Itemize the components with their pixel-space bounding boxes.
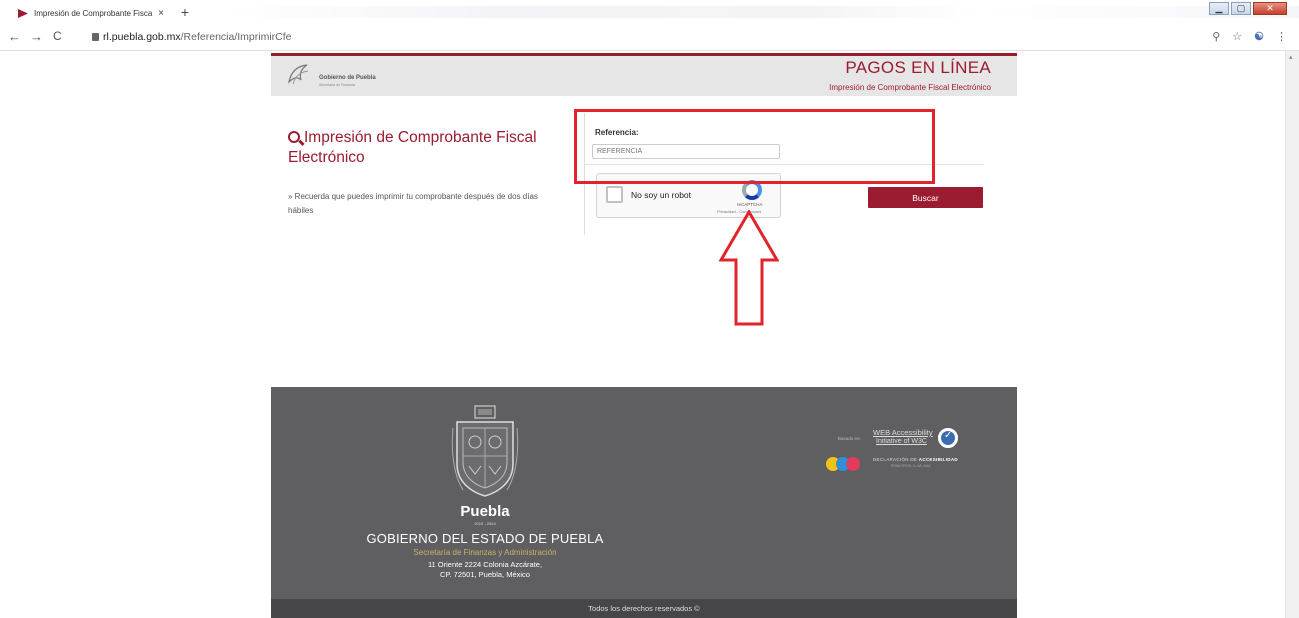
copyright-bar: Todos los derechos reservados © [271, 599, 1017, 618]
w3c-line-2: Initiative of W3C [876, 438, 927, 445]
page-scrollbar[interactable] [1285, 51, 1299, 618]
window-controls: ▁ ▢ ✕ [1209, 2, 1287, 15]
w3c-accessibility-badge[interactable]: Basado en: WEB Accessibility Initiative … [838, 428, 968, 450]
logo-title: Gobierno de Puebla [319, 75, 376, 81]
header-subtitle: Impresión de Comprobante Fiscal Electrón… [829, 83, 991, 92]
footer-years: 2019 - 2024 [474, 521, 496, 526]
page-heading: Impresión de Comprobante Fiscal Electrón… [288, 128, 568, 168]
bookmark-star-icon[interactable]: ☆ [1232, 30, 1242, 43]
url-domain: rl.puebla.gob.mx [103, 31, 181, 43]
footer-address: 11 Oriente 2224 Colonia Azcárate, CP. 72… [271, 560, 699, 580]
search-icon [288, 131, 300, 143]
minimize-button[interactable]: ▁ [1209, 2, 1229, 15]
menu-kebab-icon[interactable]: ⋮ [1276, 30, 1287, 43]
site-footer: Puebla 2019 - 2024 GOBIERNO DEL ESTADO D… [271, 387, 1017, 599]
w3c-check-icon [938, 428, 958, 448]
accessibility-declaration[interactable]: DECLARACIÓN DE ACCESIBILIDAD [873, 457, 958, 462]
footer-government-name: GOBIERNO DEL ESTADO DE PUEBLA [366, 531, 604, 546]
reload-icon[interactable]: C [53, 29, 62, 43]
w3c-line-1: WEB Accessibility [873, 428, 933, 437]
close-tab-icon[interactable]: × [154, 8, 168, 19]
site-favicon-icon [18, 9, 28, 18]
tab-title: Impresión de Comprobante Fisca [34, 9, 153, 18]
declaration-bold: ACCESIBILIDAD [918, 457, 958, 462]
annotation-arrow-icon [719, 210, 779, 326]
info-note: » Recuerda que puedes imprimir tu compro… [288, 192, 538, 215]
recaptcha-checkbox[interactable] [606, 186, 623, 203]
browser-tab[interactable]: Impresión de Comprobante Fisca × [10, 3, 168, 24]
toolbar-icons: ⚲ ☆ ☯ ⋮ [1212, 30, 1287, 43]
footer-secretariat: Secretaría de Finanzas y Administración [413, 548, 557, 557]
logo-subtitle: Secretaría de Finanzas [319, 83, 356, 87]
page-heading-text: Impresión de Comprobante Fiscal Electrón… [288, 129, 537, 166]
annotation-highlight-box [574, 109, 935, 184]
footer-brand: Puebla [460, 503, 510, 520]
address-line-2: CP. 72501, Puebla, México [440, 570, 530, 579]
puebla-logo-icon [288, 64, 309, 85]
blurred-background [220, 6, 1299, 18]
address-line-1: 11 Oriente 2224 Colonia Azcárate, [427, 560, 543, 569]
address-bar: ← → C rl.puebla.gob.mx/Referencia/Imprim… [0, 25, 1299, 51]
maximize-button[interactable]: ▢ [1231, 2, 1251, 15]
site-header: Gobierno de Puebla Secretaría de Finanza… [271, 53, 1017, 96]
zoom-icon[interactable]: ⚲ [1212, 30, 1220, 43]
back-arrow-icon[interactable]: ← [8, 29, 21, 44]
recaptcha-label: No soy un robot [631, 190, 692, 200]
header-title: PAGOS EN LÍNEA [845, 58, 991, 77]
w3c-based-on: Basado en: [838, 436, 861, 441]
lock-icon [92, 33, 99, 41]
search-button[interactable]: Buscar [868, 187, 983, 208]
forward-arrow-icon[interactable]: → [30, 29, 43, 44]
declaration-text: DECLARACIÓN DE [873, 457, 918, 462]
url-field[interactable]: rl.puebla.gob.mx/Referencia/ImprimirCfe [103, 31, 292, 43]
extension-icon[interactable]: ☯ [1254, 30, 1264, 43]
government-logo[interactable]: Gobierno de Puebla Secretaría de Finanza… [285, 62, 395, 92]
browser-tab-bar: Impresión de Comprobante Fisca × + ▁ ▢ ✕ [0, 0, 1299, 24]
recaptcha-brand: reCAPTCHA [737, 202, 763, 207]
new-tab-button[interactable]: + [176, 4, 194, 20]
state-coat-of-arms-icon [451, 405, 519, 497]
url-path: /Referencia/ImprimirCfe [180, 31, 292, 43]
accessibility-dots-icon [826, 457, 876, 471]
close-window-button[interactable]: ✕ [1253, 2, 1287, 15]
page-container: Gobierno de Puebla Secretaría de Finanza… [271, 53, 1017, 618]
declaration-principles: PRINCIPIOS: A, AA, AAA [891, 464, 931, 468]
